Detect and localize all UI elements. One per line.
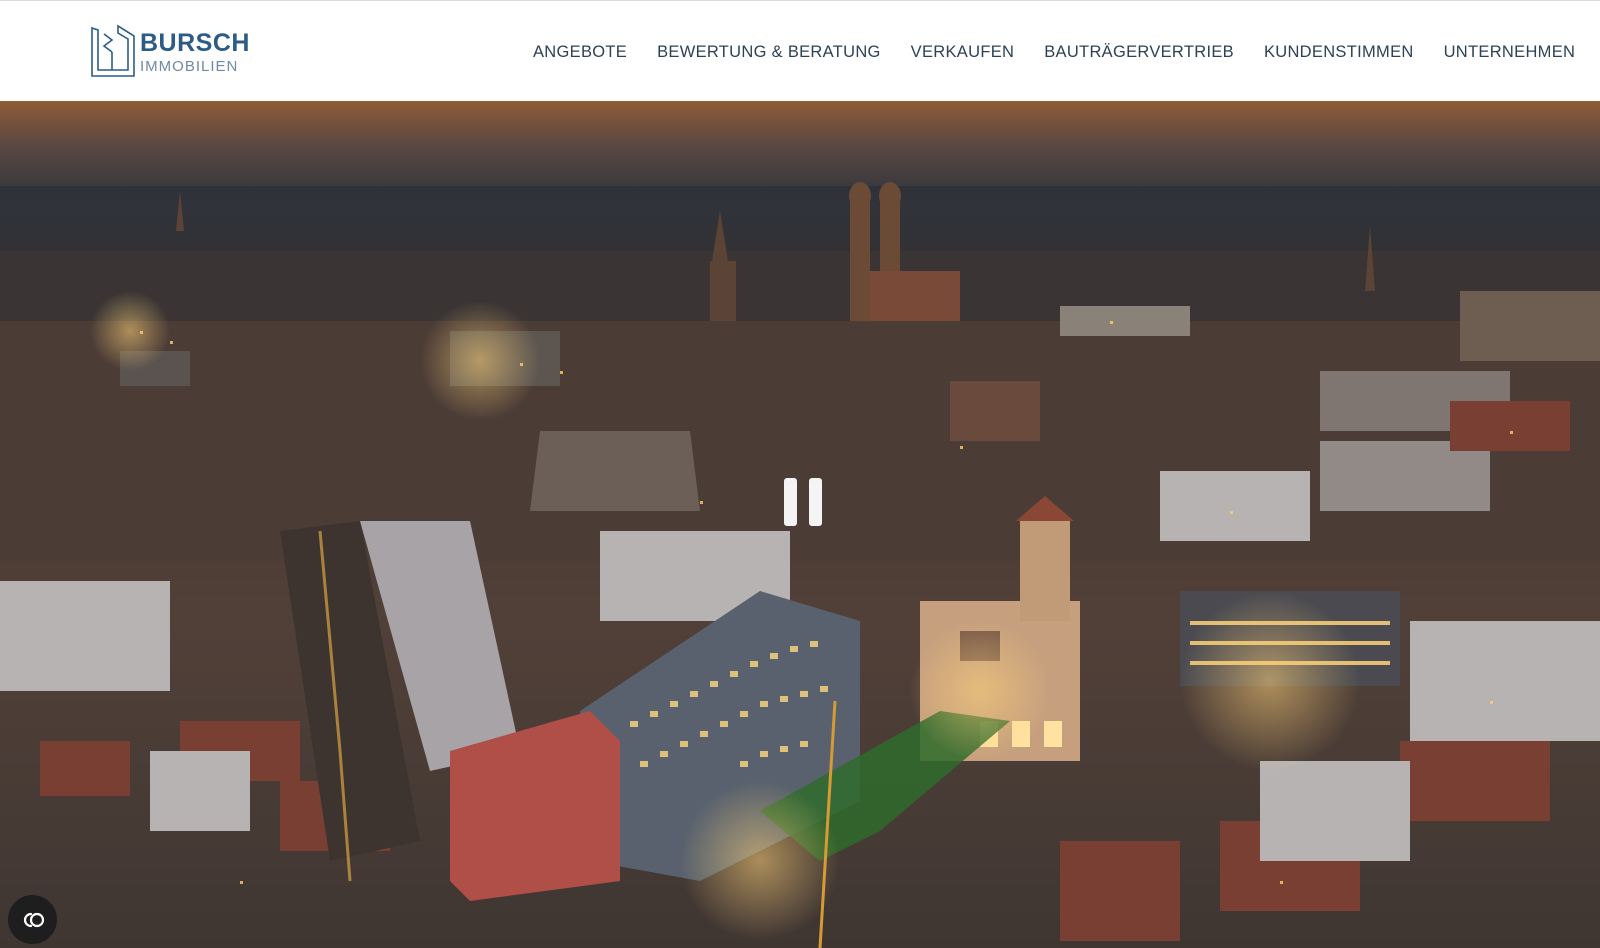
nav-item-bautraegervertrieb[interactable]: BAUTRÄGERVERTRIEB: [1044, 41, 1234, 63]
house-logo-icon: [91, 24, 135, 77]
accessibility-toggle-icon: [23, 912, 44, 927]
logo-text: BURSCH IMMOBILIEN: [140, 28, 250, 75]
brand-logo[interactable]: BURSCH IMMOBILIEN: [90, 23, 260, 81]
nav-item-verkaufen[interactable]: VERKAUFEN: [911, 41, 1015, 63]
nav-item-unternehmen[interactable]: UNTERNEHMEN: [1444, 41, 1576, 63]
pause-bar-right: [809, 478, 822, 526]
nav-item-angebote[interactable]: ANGEBOTE: [533, 41, 627, 63]
main-navigation: ANGEBOTE BEWERTUNG & BERATUNG VERKAUFEN …: [533, 41, 1575, 63]
pause-bar-left: [784, 478, 797, 526]
accessibility-toggle-button[interactable]: [8, 895, 57, 944]
brand-name: BURSCH: [140, 28, 250, 57]
nav-item-kundenstimmen[interactable]: KUNDENSTIMMEN: [1264, 41, 1414, 63]
site-header: BURSCH IMMOBILIEN ANGEBOTE BEWERTUNG & B…: [0, 0, 1600, 101]
brand-subtitle: IMMOBILIEN: [140, 57, 239, 75]
pause-icon[interactable]: [784, 478, 822, 526]
nav-item-bewertung-beratung[interactable]: BEWERTUNG & BERATUNG: [657, 41, 881, 63]
